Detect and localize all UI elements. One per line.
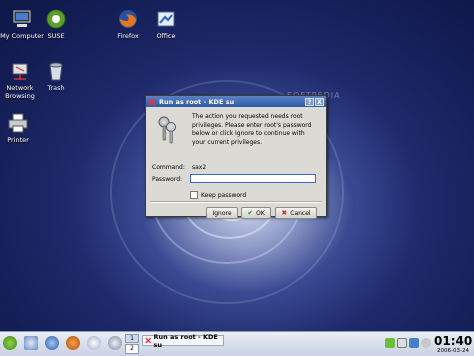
home-folder-icon[interactable] xyxy=(24,336,38,350)
ignore-button[interactable]: Ignore xyxy=(206,207,238,219)
desktop-icon-suse[interactable]: SUSE xyxy=(34,8,78,40)
cancel-button[interactable]: ✖ Cancel xyxy=(275,207,317,219)
mail-icon[interactable] xyxy=(87,336,101,350)
app-x-icon xyxy=(145,337,152,344)
desktop-icon-label: SUSE xyxy=(47,32,65,40)
clock[interactable]: 01:40 2006-03-24 xyxy=(434,334,472,355)
help-button[interactable]: ? xyxy=(305,97,314,106)
ok-button[interactable]: ✔ OK xyxy=(241,207,271,219)
taskbar: 1 2 Run as root - KDE su 01:40 2006-03-2… xyxy=(0,331,474,356)
office-icon xyxy=(157,11,175,27)
firefox-launcher-icon[interactable] xyxy=(66,336,80,350)
browser-icon[interactable] xyxy=(45,336,59,350)
ok-label: OK xyxy=(256,209,265,217)
pager-desktop-2[interactable]: 2 xyxy=(125,344,139,354)
clock-date: 2006-03-24 xyxy=(437,348,469,354)
divider xyxy=(150,201,322,203)
check-icon: ✔ xyxy=(247,209,254,217)
desktop-icon-label: Trash xyxy=(47,84,65,92)
computer-icon xyxy=(13,10,31,27)
desktop-pager[interactable]: 1 2 xyxy=(125,334,139,354)
volume-icon[interactable] xyxy=(421,338,431,348)
close-button[interactable]: X xyxy=(315,97,324,106)
firefox-icon xyxy=(119,10,137,28)
taskbar-task-run-as-root[interactable]: Run as root - KDE su xyxy=(142,332,224,349)
keys-icon xyxy=(158,116,176,144)
trash-icon xyxy=(49,62,63,81)
pager-desktop-1[interactable]: 1 xyxy=(125,334,139,343)
dialog-titlebar[interactable]: Run as root - KDE su ? X xyxy=(146,96,326,107)
printer-icon xyxy=(8,113,28,133)
password-label: Password: xyxy=(152,176,183,183)
start-menu-icon[interactable] xyxy=(3,336,17,350)
task-label: Run as root - KDE su xyxy=(153,332,218,349)
app-x-icon xyxy=(148,97,156,106)
command-value: sax2 xyxy=(192,164,207,171)
cancel-label: Cancel xyxy=(290,209,311,217)
keep-password-option[interactable]: Keep password xyxy=(190,191,246,199)
clipboard-icon[interactable] xyxy=(397,338,407,348)
help-launcher-icon[interactable] xyxy=(108,336,122,350)
desktop-icon-office[interactable]: Office xyxy=(144,8,188,40)
keep-password-checkbox[interactable] xyxy=(190,191,198,199)
clock-time: 01:40 xyxy=(434,334,473,348)
desktop-icon-printer[interactable]: Printer xyxy=(0,112,40,144)
network-tray-icon[interactable] xyxy=(409,338,419,348)
update-icon[interactable] xyxy=(385,338,395,348)
run-as-root-dialog: Run as root - KDE su ? X The action you … xyxy=(145,95,327,219)
network-icon xyxy=(12,63,28,80)
cancel-x-icon: ✖ xyxy=(281,209,288,217)
password-field[interactable] xyxy=(190,174,316,183)
suse-icon xyxy=(46,9,66,29)
keep-password-label: Keep password xyxy=(201,191,247,199)
dialog-title: Run as root - KDE su xyxy=(159,97,235,106)
desktop-icon-label: Printer xyxy=(7,136,29,144)
dialog-message: The action you requested needs root priv… xyxy=(192,113,312,146)
ignore-label: Ignore xyxy=(212,209,232,217)
command-label: Command: xyxy=(152,164,185,171)
desktop-icon-label: Office xyxy=(156,32,176,40)
desktop-icon-trash[interactable]: Trash xyxy=(34,60,78,92)
